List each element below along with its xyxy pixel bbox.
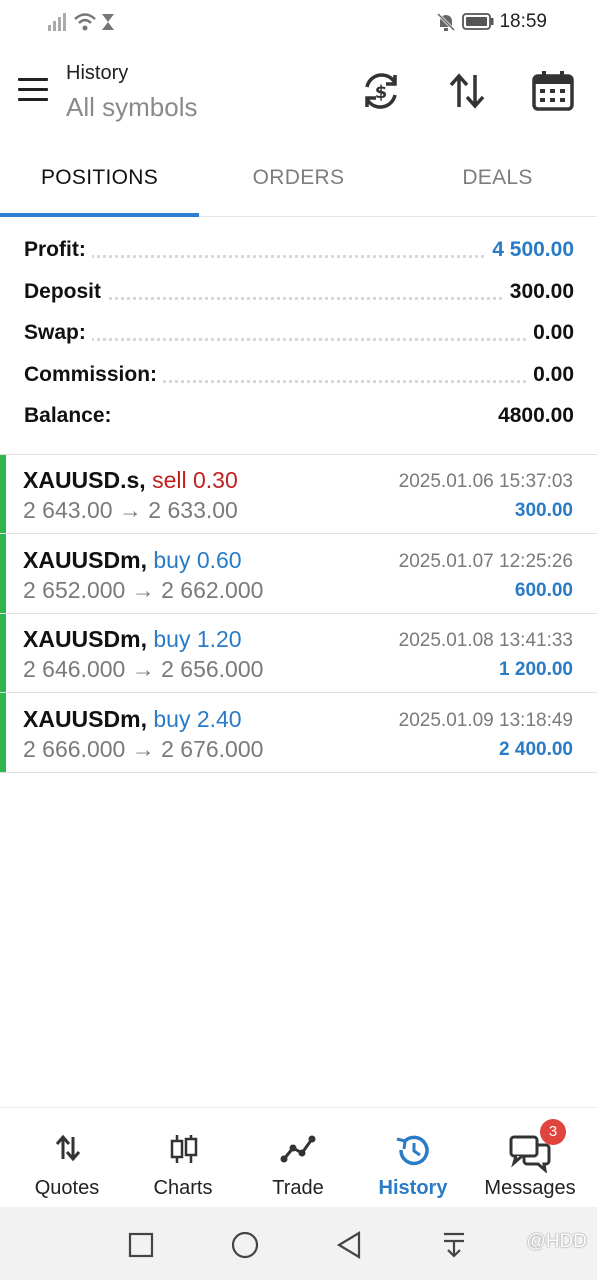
hourglass-icon (102, 14, 114, 30)
position-side: sell 0.30 (152, 467, 238, 493)
recent-apps-icon[interactable] (128, 1232, 154, 1258)
status-time: 18:59 (499, 11, 547, 32)
balance-value: 4800.00 (492, 404, 574, 428)
nav-charts[interactable]: Charts (138, 1108, 228, 1208)
position-datetime: 2025.01.06 15:37:03 (398, 471, 573, 492)
summary-profit: Profit: 4 500.00 (24, 238, 574, 268)
position-profit: 2 400.00 (499, 739, 573, 760)
svg-text:$: $ (375, 82, 388, 103)
summary-commission: Commission: 0.00 (24, 363, 574, 393)
position-prices: 2 652.000 → 2 662.000 (23, 577, 264, 603)
status-bar: 18:59 (0, 0, 597, 44)
profit-value: 4 500.00 (486, 238, 574, 262)
position-row[interactable]: XAUUSD.s, sell 0.30 2 643.00 → 2 633.00 … (0, 455, 597, 534)
profit-label: Profit: (24, 238, 92, 262)
symbol-text: XAUUSDm, (23, 626, 147, 652)
commission-label: Commission: (24, 363, 164, 387)
symbol-text: XAUUSDm, (23, 547, 147, 573)
position-prices: 2 666.000 → 2 676.000 (23, 736, 264, 762)
messages-badge: 3 (540, 1119, 566, 1145)
position-row[interactable]: XAUUSDm, buy 0.60 2 652.000 → 2 662.000 … (0, 535, 597, 614)
hamburger-menu-icon[interactable] (18, 78, 48, 102)
summary-deposit: Deposit 300.00 (24, 280, 574, 310)
position-profit: 1 200.00 (499, 659, 573, 680)
signal-icon (48, 13, 66, 31)
position-profit: 300.00 (514, 500, 573, 521)
active-tab-indicator (0, 213, 199, 217)
nav-trade-label: Trade (272, 1177, 324, 1199)
row-divider (0, 692, 597, 693)
currency-refresh-icon: $ (365, 73, 397, 109)
position-datetime: 2025.01.07 12:25:26 (398, 551, 573, 572)
candlestick-icon (170, 1135, 198, 1163)
row-divider (0, 772, 597, 773)
symbol-text: XAUUSD.s, (23, 467, 146, 493)
deposit-value: 300.00 (503, 280, 574, 304)
tab-deals[interactable]: DEALS (398, 166, 597, 190)
currency-exchange-button[interactable]: $ (357, 67, 405, 115)
nav-trade[interactable]: Trade (253, 1108, 343, 1208)
summary-swap: Swap: 0.00 (24, 321, 574, 351)
tab-positions[interactable]: POSITIONS (0, 166, 199, 190)
position-symbol: XAUUSDm, buy 1.20 (23, 626, 242, 653)
nav-messages-label: Messages (484, 1177, 576, 1199)
position-side: buy 0.60 (153, 547, 242, 573)
nav-quotes-label: Quotes (34, 1177, 100, 1199)
balance-label: Balance: (24, 404, 118, 428)
nav-history[interactable]: History (368, 1108, 458, 1208)
deposit-label: Deposit (24, 280, 108, 304)
position-row[interactable]: XAUUSDm, buy 2.40 2 666.000 → 2 676.000 … (0, 694, 597, 773)
summary-balance: Balance: 4800.00 (24, 404, 574, 434)
nav-charts-label: Charts (153, 1177, 213, 1199)
nav-quotes[interactable]: Quotes (22, 1108, 112, 1208)
position-datetime: 2025.01.08 13:41:33 (398, 630, 573, 651)
swap-label: Swap: (24, 321, 92, 345)
position-row[interactable]: XAUUSDm, buy 1.20 2 646.000 → 2 656.000 … (0, 614, 597, 693)
home-icon[interactable] (231, 1231, 259, 1259)
date-range-button[interactable] (529, 67, 577, 115)
symbol-filter[interactable]: All symbols (66, 92, 197, 123)
sort-arrows-icon (55, 1134, 81, 1162)
position-symbol: XAUUSDm, buy 2.40 (23, 706, 242, 733)
swap-value: 0.00 (527, 321, 574, 345)
position-prices: 2 643.00 → 2 633.00 (23, 497, 238, 523)
row-divider (0, 533, 597, 534)
position-symbol: XAUUSDm, buy 0.60 (23, 547, 242, 574)
position-side: buy 1.20 (153, 626, 242, 652)
sort-button[interactable] (443, 67, 491, 115)
position-prices: 2 646.000 → 2 656.000 (23, 656, 264, 682)
history-clock-icon (396, 1135, 429, 1166)
position-symbol: XAUUSD.s, sell 0.30 (23, 467, 238, 494)
back-icon[interactable] (336, 1231, 362, 1259)
position-side: buy 2.40 (153, 706, 242, 732)
position-datetime: 2025.01.09 13:18:49 (398, 710, 573, 731)
system-navigation-bar (0, 1207, 597, 1280)
nav-history-label: History (378, 1177, 448, 1199)
notification-shade-icon[interactable] (442, 1231, 466, 1259)
bottom-navigation: Quotes Charts Trade History 3 Messages (0, 1107, 597, 1208)
symbol-text: XAUUSDm, (23, 706, 147, 732)
watermark: @HDD (526, 1231, 587, 1252)
wifi-icon (74, 13, 96, 31)
battery-icon (462, 13, 494, 30)
trend-line-icon (280, 1135, 316, 1163)
leader-dots (24, 338, 574, 341)
page-title: History (66, 62, 129, 84)
tab-orders[interactable]: ORDERS (199, 166, 398, 190)
position-profit: 600.00 (514, 580, 573, 601)
nav-messages[interactable]: 3 Messages (478, 1108, 582, 1208)
calendar-icon (532, 71, 574, 111)
mute-bell-icon (436, 12, 456, 32)
commission-value: 0.00 (527, 363, 574, 387)
sort-arrows-icon (449, 73, 485, 109)
